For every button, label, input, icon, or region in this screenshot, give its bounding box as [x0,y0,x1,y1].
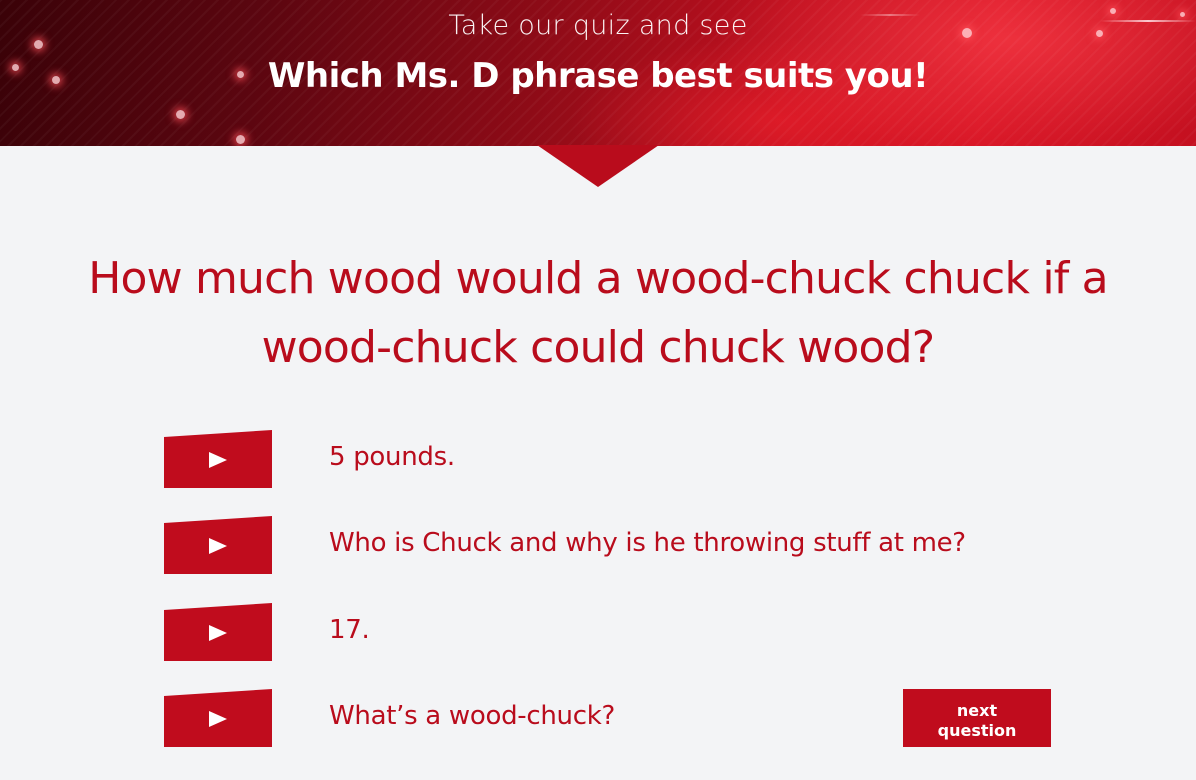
next-button-line2: question [937,720,1017,740]
play-icon [209,711,227,727]
next-question-button[interactable]: next question [903,689,1051,747]
answer-play-button[interactable] [164,516,272,574]
header-pointer [537,145,659,187]
play-icon [209,538,227,554]
answer-label[interactable]: Who is Chuck and why is he throwing stuf… [329,528,966,558]
bokeh-light [236,135,245,144]
play-icon [209,625,227,641]
header-subtitle: Take our quiz and see [448,10,748,41]
quiz-question: How much wood would a wood-chuck chuck i… [88,253,1108,373]
bokeh-light [176,110,185,119]
answer-label[interactable]: What’s a wood-chuck? [329,701,615,731]
answer-play-button[interactable] [164,430,272,488]
header-title: Which Ms. D phrase best suits you! [267,56,929,96]
answer-label[interactable]: 17. [329,615,370,645]
answer-play-button[interactable] [164,689,272,747]
answer-option-2[interactable]: Who is Chuck and why is he throwing stuf… [164,516,1044,576]
answer-play-button[interactable] [164,603,272,661]
play-icon [209,452,227,468]
answer-option-1[interactable]: 5 pounds. [164,430,1044,490]
next-button-line1: next [956,700,998,720]
bokeh-light [34,40,43,49]
quiz-header-banner: Take our quiz and see Which Ms. D phrase… [0,0,1196,146]
answer-option-3[interactable]: 17. [164,603,1044,663]
answer-label[interactable]: 5 pounds. [329,442,455,472]
